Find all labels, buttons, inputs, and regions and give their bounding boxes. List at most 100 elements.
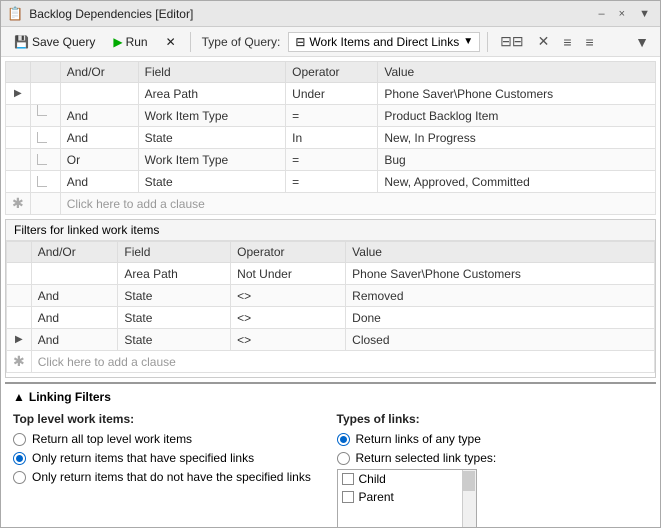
radio-item-notspecified[interactable]: Only return items that do not have the s… bbox=[13, 470, 325, 484]
table-row[interactable]: Or Work Item Type = Bug bbox=[6, 149, 656, 171]
linked-andor-header: And/Or bbox=[31, 242, 118, 263]
operator-cell[interactable]: In bbox=[286, 127, 378, 149]
value-cell[interactable]: Done bbox=[346, 307, 655, 329]
table-row[interactable]: ▶ And State <> Closed bbox=[7, 329, 655, 351]
table-row[interactable]: And State In New, In Progress bbox=[6, 127, 656, 149]
column-options-button1[interactable]: ⊟⊟ bbox=[495, 30, 528, 53]
row-indicator: ▶ bbox=[6, 83, 31, 105]
andor-cell[interactable]: And bbox=[60, 171, 138, 193]
linked-operator-header: Operator bbox=[231, 242, 346, 263]
field-cell[interactable]: State bbox=[118, 285, 231, 307]
value-cell[interactable]: Closed bbox=[346, 329, 655, 351]
row-indicator bbox=[6, 149, 31, 171]
separator2 bbox=[487, 32, 488, 52]
andor-cell[interactable] bbox=[60, 83, 138, 105]
table-row[interactable]: And Work Item Type = Product Backlog Ite… bbox=[6, 105, 656, 127]
indent-cell bbox=[30, 83, 60, 105]
parent-label: Parent bbox=[359, 490, 394, 504]
field-cell[interactable]: Area Path bbox=[138, 83, 286, 105]
linked-add-clause-icon: ✱ bbox=[7, 351, 32, 373]
operator-cell[interactable]: Under bbox=[286, 83, 378, 105]
left-column: Top level work items: Return all top lev… bbox=[13, 412, 325, 527]
column-options-button3[interactable]: ≡ bbox=[558, 31, 576, 53]
link-types-listbox[interactable]: Child Parent bbox=[337, 469, 477, 527]
list-item[interactable]: Child bbox=[338, 470, 462, 488]
radio-item-selectedtype[interactable]: Return selected link types: bbox=[337, 451, 649, 465]
andor-cell[interactable] bbox=[31, 263, 118, 285]
row-indicator bbox=[7, 307, 32, 329]
right-radio-group: Return links of any type Return selected… bbox=[337, 432, 649, 465]
field-cell[interactable]: State bbox=[118, 307, 231, 329]
table-row[interactable]: And State <> Removed bbox=[7, 285, 655, 307]
more-options-button[interactable]: ▼ bbox=[630, 31, 654, 53]
radio-circle-specified bbox=[13, 452, 26, 465]
table-row[interactable]: Area Path Not Under Phone Saver\Phone Cu… bbox=[7, 263, 655, 285]
value-cell[interactable]: Phone Saver\Phone Customers bbox=[378, 83, 656, 105]
chevron-button[interactable]: ▼ bbox=[635, 8, 654, 20]
operator-cell[interactable]: <> bbox=[231, 307, 346, 329]
value-cell[interactable]: Removed bbox=[346, 285, 655, 307]
child-checkbox[interactable] bbox=[342, 473, 354, 485]
linking-filters-section: ▲ Linking Filters Top level work items: … bbox=[5, 382, 656, 527]
linked-filters-section: Filters for linked work items And/Or Fie… bbox=[5, 219, 656, 378]
radio-item-specified[interactable]: Only return items that have specified li… bbox=[13, 451, 325, 465]
value-cell[interactable]: Bug bbox=[378, 149, 656, 171]
listbox-items: Child Parent bbox=[338, 470, 462, 527]
value-col-header: Value bbox=[378, 62, 656, 83]
value-cell[interactable]: New, In Progress bbox=[378, 127, 656, 149]
add-clause-text[interactable]: Click here to add a clause bbox=[60, 193, 655, 215]
close-icon: ✕ bbox=[166, 35, 176, 49]
operator-cell[interactable]: = bbox=[286, 149, 378, 171]
row-indicator bbox=[6, 171, 31, 193]
andor-cell[interactable]: Or bbox=[60, 149, 138, 171]
main-content: And/Or Field Operator Value ▶ Area Path … bbox=[1, 57, 660, 527]
linking-filters-title: ▲ Linking Filters bbox=[13, 390, 648, 404]
query-type-label: Type of Query: bbox=[198, 35, 285, 49]
query-type-dropdown[interactable]: ⊟ Work Items and Direct Links ▼ bbox=[288, 32, 480, 52]
table-row[interactable]: ▶ Area Path Under Phone Saver\Phone Cust… bbox=[6, 83, 656, 105]
field-cell[interactable]: State bbox=[138, 127, 286, 149]
value-cell[interactable]: Phone Saver\Phone Customers bbox=[346, 263, 655, 285]
close-query-button[interactable]: ✕ bbox=[159, 31, 183, 53]
field-cell[interactable]: State bbox=[118, 329, 231, 351]
operator-cell[interactable]: = bbox=[286, 105, 378, 127]
field-cell[interactable]: Work Item Type bbox=[138, 105, 286, 127]
column-options-button4[interactable]: ≡ bbox=[581, 31, 599, 53]
andor-cell[interactable]: And bbox=[31, 285, 118, 307]
run-button[interactable]: ▶ Run bbox=[106, 31, 154, 53]
column-options-button2[interactable]: ✕ bbox=[533, 30, 555, 53]
field-cell[interactable]: Work Item Type bbox=[138, 149, 286, 171]
radio-item-all[interactable]: Return all top level work items bbox=[13, 432, 325, 446]
add-clause-indent bbox=[30, 193, 60, 215]
operator-cell[interactable]: Not Under bbox=[231, 263, 346, 285]
save-icon: 💾 bbox=[14, 35, 29, 49]
linked-add-clause-row[interactable]: ✱ Click here to add a clause bbox=[7, 351, 655, 373]
andor-cell[interactable]: And bbox=[31, 329, 118, 351]
radio-item-anytype[interactable]: Return links of any type bbox=[337, 432, 649, 446]
row-indicator: ▶ bbox=[7, 329, 32, 351]
andor-cell[interactable]: And bbox=[31, 307, 118, 329]
close-button[interactable]: × bbox=[615, 8, 629, 20]
add-clause-row[interactable]: ✱ Click here to add a clause bbox=[6, 193, 656, 215]
table-row[interactable]: And State <> Done bbox=[7, 307, 655, 329]
linked-field-header: Field bbox=[118, 242, 231, 263]
operator-cell[interactable]: <> bbox=[231, 285, 346, 307]
operator-cell[interactable]: = bbox=[286, 171, 378, 193]
value-cell[interactable]: New, Approved, Committed bbox=[378, 171, 656, 193]
field-cell[interactable]: State bbox=[138, 171, 286, 193]
listbox-scrollbar[interactable] bbox=[462, 470, 476, 527]
window-title: Backlog Dependencies [Editor] bbox=[29, 7, 588, 21]
field-cell[interactable]: Area Path bbox=[118, 263, 231, 285]
parent-checkbox[interactable] bbox=[342, 491, 354, 503]
andor-cell[interactable]: And bbox=[60, 127, 138, 149]
linked-indicator-header bbox=[7, 242, 32, 263]
value-cell[interactable]: Product Backlog Item bbox=[378, 105, 656, 127]
save-query-button[interactable]: 💾 Save Query bbox=[7, 31, 102, 53]
list-item[interactable]: Parent bbox=[338, 488, 462, 506]
operator-cell[interactable]: <> bbox=[231, 329, 346, 351]
left-radio-group: Return all top level work items Only ret… bbox=[13, 432, 325, 484]
table-row[interactable]: And State = New, Approved, Committed bbox=[6, 171, 656, 193]
pin-button[interactable]: – bbox=[595, 8, 609, 20]
linked-add-clause-text[interactable]: Click here to add a clause bbox=[31, 351, 654, 373]
andor-cell[interactable]: And bbox=[60, 105, 138, 127]
